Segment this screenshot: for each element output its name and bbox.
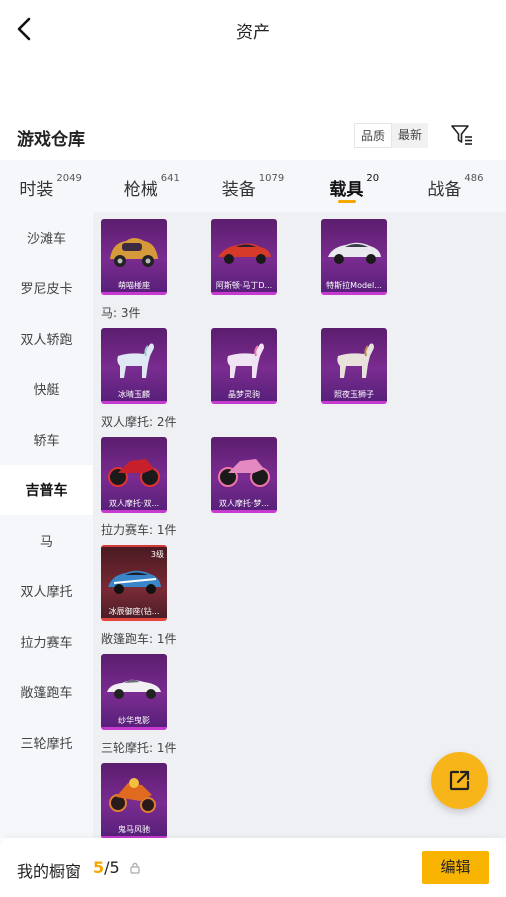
- showcase-count: 5/5: [93, 858, 120, 877]
- vehicle-name: 冰晴玉麟: [118, 390, 150, 399]
- beetle-car-icon: [110, 238, 158, 267]
- vehicle-card[interactable]: 照夜玉狮子: [321, 328, 387, 404]
- vehicle-card[interactable]: 晶梦灵驹: [211, 328, 277, 404]
- vehicle-card[interactable]: 双人摩托·双...: [101, 437, 167, 513]
- vehicle-card[interactable]: 鬼马风驰: [101, 763, 167, 838]
- vehicle-card[interactable]: 阿斯顿·马丁D...: [211, 219, 277, 295]
- vehicle-card[interactable]: 3级 冰辰御座(钻...: [101, 545, 167, 621]
- sort-toggle: 品质 最新: [354, 123, 429, 148]
- category-tabs: 时装2049 枪械641 装备1079 载具20 战备486: [0, 160, 506, 212]
- showcase-label: 我的橱窗: [17, 862, 82, 881]
- sidebar-item-coupe[interactable]: 双人轿跑: [0, 313, 93, 364]
- sidebar-item-speedboat[interactable]: 快艇: [0, 364, 93, 415]
- group-label: 马: 3件: [101, 306, 141, 320]
- vehicle-card[interactable]: 纱华曳影: [101, 654, 167, 730]
- tab-count: 486: [464, 173, 484, 184]
- edit-button[interactable]: 编辑: [422, 851, 489, 884]
- sidebar-item-rally-car[interactable]: 拉力赛车: [0, 616, 93, 667]
- motorbike-icon: [108, 459, 160, 487]
- warehouse-title: 游戏仓库: [17, 130, 85, 150]
- tab-equipment[interactable]: 装备1079: [202, 160, 303, 212]
- trike-icon: [109, 778, 156, 813]
- tab-count: 1079: [258, 173, 285, 184]
- sort-latest-option[interactable]: 最新: [392, 123, 428, 148]
- showcase-current: 5: [93, 858, 105, 877]
- sidebar-item-beach-buggy[interactable]: 沙滩车: [0, 212, 93, 263]
- showcase-bar: 我的橱窗 5/5 编辑: [0, 838, 506, 897]
- tab-label: 战备: [427, 180, 462, 200]
- vehicle-card[interactable]: 双人摩托·梦...: [211, 437, 277, 513]
- convertible-icon: [107, 679, 161, 699]
- motorbike-icon: [218, 459, 270, 487]
- external-link-icon: [449, 770, 470, 791]
- group-label: 三轮摩托: 1件: [101, 741, 177, 755]
- sidebar-item-jeep[interactable]: 吉普车: [0, 464, 93, 515]
- vehicle-name: 冰辰御座(钻...: [108, 607, 160, 616]
- vehicle-name: 双人摩托·双...: [108, 499, 160, 508]
- showcase-total: /5: [104, 858, 120, 877]
- horse-icon: [117, 343, 154, 378]
- vehicle-name: 鬼马风驰: [118, 825, 150, 834]
- vehicle-name: 萌喵椪座: [118, 281, 150, 290]
- group-label: 敞篷跑车: 1件: [101, 632, 177, 646]
- vehicle-name: 阿斯顿·马丁D...: [215, 281, 273, 290]
- vehicle-type-sidebar: 沙滩车 罗尼皮卡 双人轿跑 快艇 轿车 吉普车 马 双人摩托 拉力赛车 敞篷跑车…: [0, 212, 93, 838]
- sort-quality-option[interactable]: 品质: [354, 123, 393, 148]
- sidebar-item-convertible[interactable]: 敞篷跑车: [0, 667, 93, 718]
- lock-icon: [130, 862, 140, 874]
- tab-fashion[interactable]: 时装2049: [0, 160, 101, 212]
- sidebar-item-tandem-motorbike[interactable]: 双人摩托: [0, 566, 93, 617]
- tab-count: 641: [160, 173, 180, 184]
- vehicle-card[interactable]: 萌喵椪座: [101, 219, 167, 295]
- tab-count: 2049: [56, 173, 82, 184]
- tab-label: 载具: [329, 180, 364, 200]
- sidebar-item-horse[interactable]: 马: [0, 515, 93, 566]
- vehicle-name: 特斯拉Model...: [326, 281, 382, 290]
- sidebar-item-sedan[interactable]: 轿车: [0, 414, 93, 465]
- sports-car-icon: [218, 243, 271, 264]
- vehicle-name: 双人摩托·梦...: [218, 499, 270, 508]
- group-label: 拉力赛车: 1件: [101, 523, 177, 537]
- horse-icon: [227, 343, 264, 378]
- vehicle-grid: 萌喵椪座 阿斯顿·马丁D... 特斯拉Model... 马: 3件 冰晴玉麟 晶…: [93, 212, 506, 838]
- tab-label: 时装: [19, 180, 54, 200]
- sidebar-item-pickup[interactable]: 罗尼皮卡: [0, 263, 93, 314]
- vehicle-name: 照夜玉狮子: [334, 390, 374, 399]
- share-floating-button[interactable]: [431, 752, 488, 809]
- group-label: 双人摩托: 2件: [101, 415, 177, 429]
- sidebar-item-trike[interactable]: 三轮摩托: [0, 717, 93, 768]
- vehicle-name: 纱华曳影: [118, 716, 150, 725]
- horse-icon: [337, 343, 374, 378]
- vehicle-card[interactable]: 冰晴玉麟: [101, 328, 167, 404]
- rally-car-icon: [108, 570, 161, 594]
- tab-label: 枪械: [123, 180, 158, 200]
- tab-vehicles[interactable]: 载具20: [304, 160, 405, 212]
- tab-guns[interactable]: 枪械641: [101, 160, 202, 212]
- page-title: 资产: [236, 23, 270, 43]
- tesla-car-icon: [328, 242, 381, 264]
- vehicle-card[interactable]: 特斯拉Model...: [321, 219, 387, 295]
- filter-icon[interactable]: [450, 124, 474, 146]
- active-tab-indicator: [338, 200, 357, 203]
- tab-label: 装备: [221, 180, 256, 200]
- tab-supplies[interactable]: 战备486: [405, 160, 506, 212]
- top-bar: 资产: [0, 0, 506, 60]
- tab-count: 20: [366, 173, 380, 184]
- vehicle-name: 晶梦灵驹: [228, 390, 260, 399]
